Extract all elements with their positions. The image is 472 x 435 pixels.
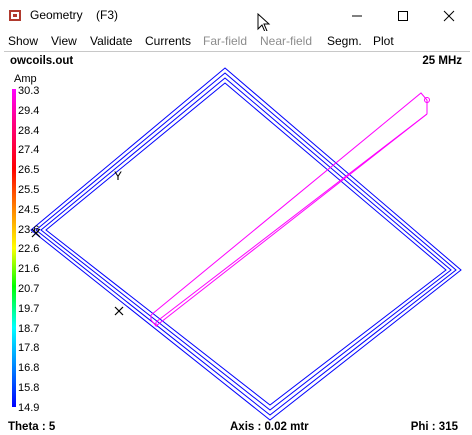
minimize-icon: [352, 15, 362, 16]
menu-validate[interactable]: Validate: [90, 34, 132, 48]
scale-tick-label: 15.8: [18, 382, 40, 394]
maximize-icon: [398, 10, 408, 21]
app-cube-icon[interactable]: [8, 8, 22, 22]
scale-tick-label: 28.4: [18, 124, 40, 137]
scale-tick-label: 22.6: [18, 243, 40, 256]
scale-tick-label: 14.9: [18, 401, 40, 414]
close-icon: [443, 10, 455, 21]
feed-line: [150, 92, 430, 328]
menu-near-field[interactable]: Near-field: [260, 34, 312, 48]
scale-tick-label: 25.5: [18, 184, 40, 196]
menu-view[interactable]: View: [51, 34, 77, 48]
scale-tick-label: 26.5: [18, 164, 40, 177]
scale-tick-label: 27.4: [18, 144, 40, 157]
scale-tick-label: 16.8: [18, 362, 40, 375]
scale-tick-label: 18.7: [18, 322, 40, 335]
coil-loop: [35, 72, 457, 416]
feed-wire: [150, 92, 428, 316]
coil-loop: [45, 82, 447, 406]
window-title: Geometry (F3): [30, 8, 119, 22]
scale-tick-label: 23.6: [18, 223, 40, 236]
scale-tick-label: 19.7: [18, 302, 40, 315]
scale-tick-label: 29.4: [18, 104, 40, 117]
scale-tick-label: 21.6: [18, 263, 40, 276]
phi-readout: Phi : 315: [410, 421, 458, 433]
coil-geometry: Y: [30, 67, 462, 421]
minimize-button[interactable]: [334, 0, 380, 31]
scale-tick-label: 24.5: [18, 203, 40, 216]
scale-tick-label: 20.7: [18, 283, 40, 295]
filename-label: owcoils.out: [10, 55, 74, 67]
geometry-view[interactable]: Y owcoils.out 25 MHz Amp 30.3 29.4 28.4 27.…: [4, 51, 470, 435]
title-bar: Geometry (F3): [0, 0, 472, 33]
maximize-button[interactable]: [380, 0, 426, 31]
coil-loops: [30, 67, 462, 421]
axis-scale-readout: Axis : 0.02 mtr: [230, 421, 309, 433]
scale-tick-label: 17.8: [18, 342, 40, 355]
menu-segm[interactable]: Segm.: [327, 34, 362, 48]
close-button[interactable]: [426, 0, 472, 31]
scale-unit: Amp: [14, 73, 37, 85]
coil-loop: [40, 77, 452, 411]
y-axis-label: Y: [114, 169, 122, 183]
current-color-scale: [12, 89, 16, 407]
menu-bar: Show View Validate Currents Far-field Ne…: [0, 31, 472, 51]
frequency-label: 25 MHz: [422, 55, 462, 67]
scale-tick-label: 30.3: [18, 85, 40, 97]
menu-plot[interactable]: Plot: [373, 34, 394, 48]
coil-loop: [30, 67, 462, 421]
menu-show[interactable]: Show: [8, 34, 38, 48]
menu-far-field[interactable]: Far-field: [203, 34, 247, 48]
menu-currents[interactable]: Currents: [145, 34, 191, 48]
theta-readout: Theta : 5: [8, 421, 56, 433]
mouse-cursor-icon: [257, 13, 271, 33]
